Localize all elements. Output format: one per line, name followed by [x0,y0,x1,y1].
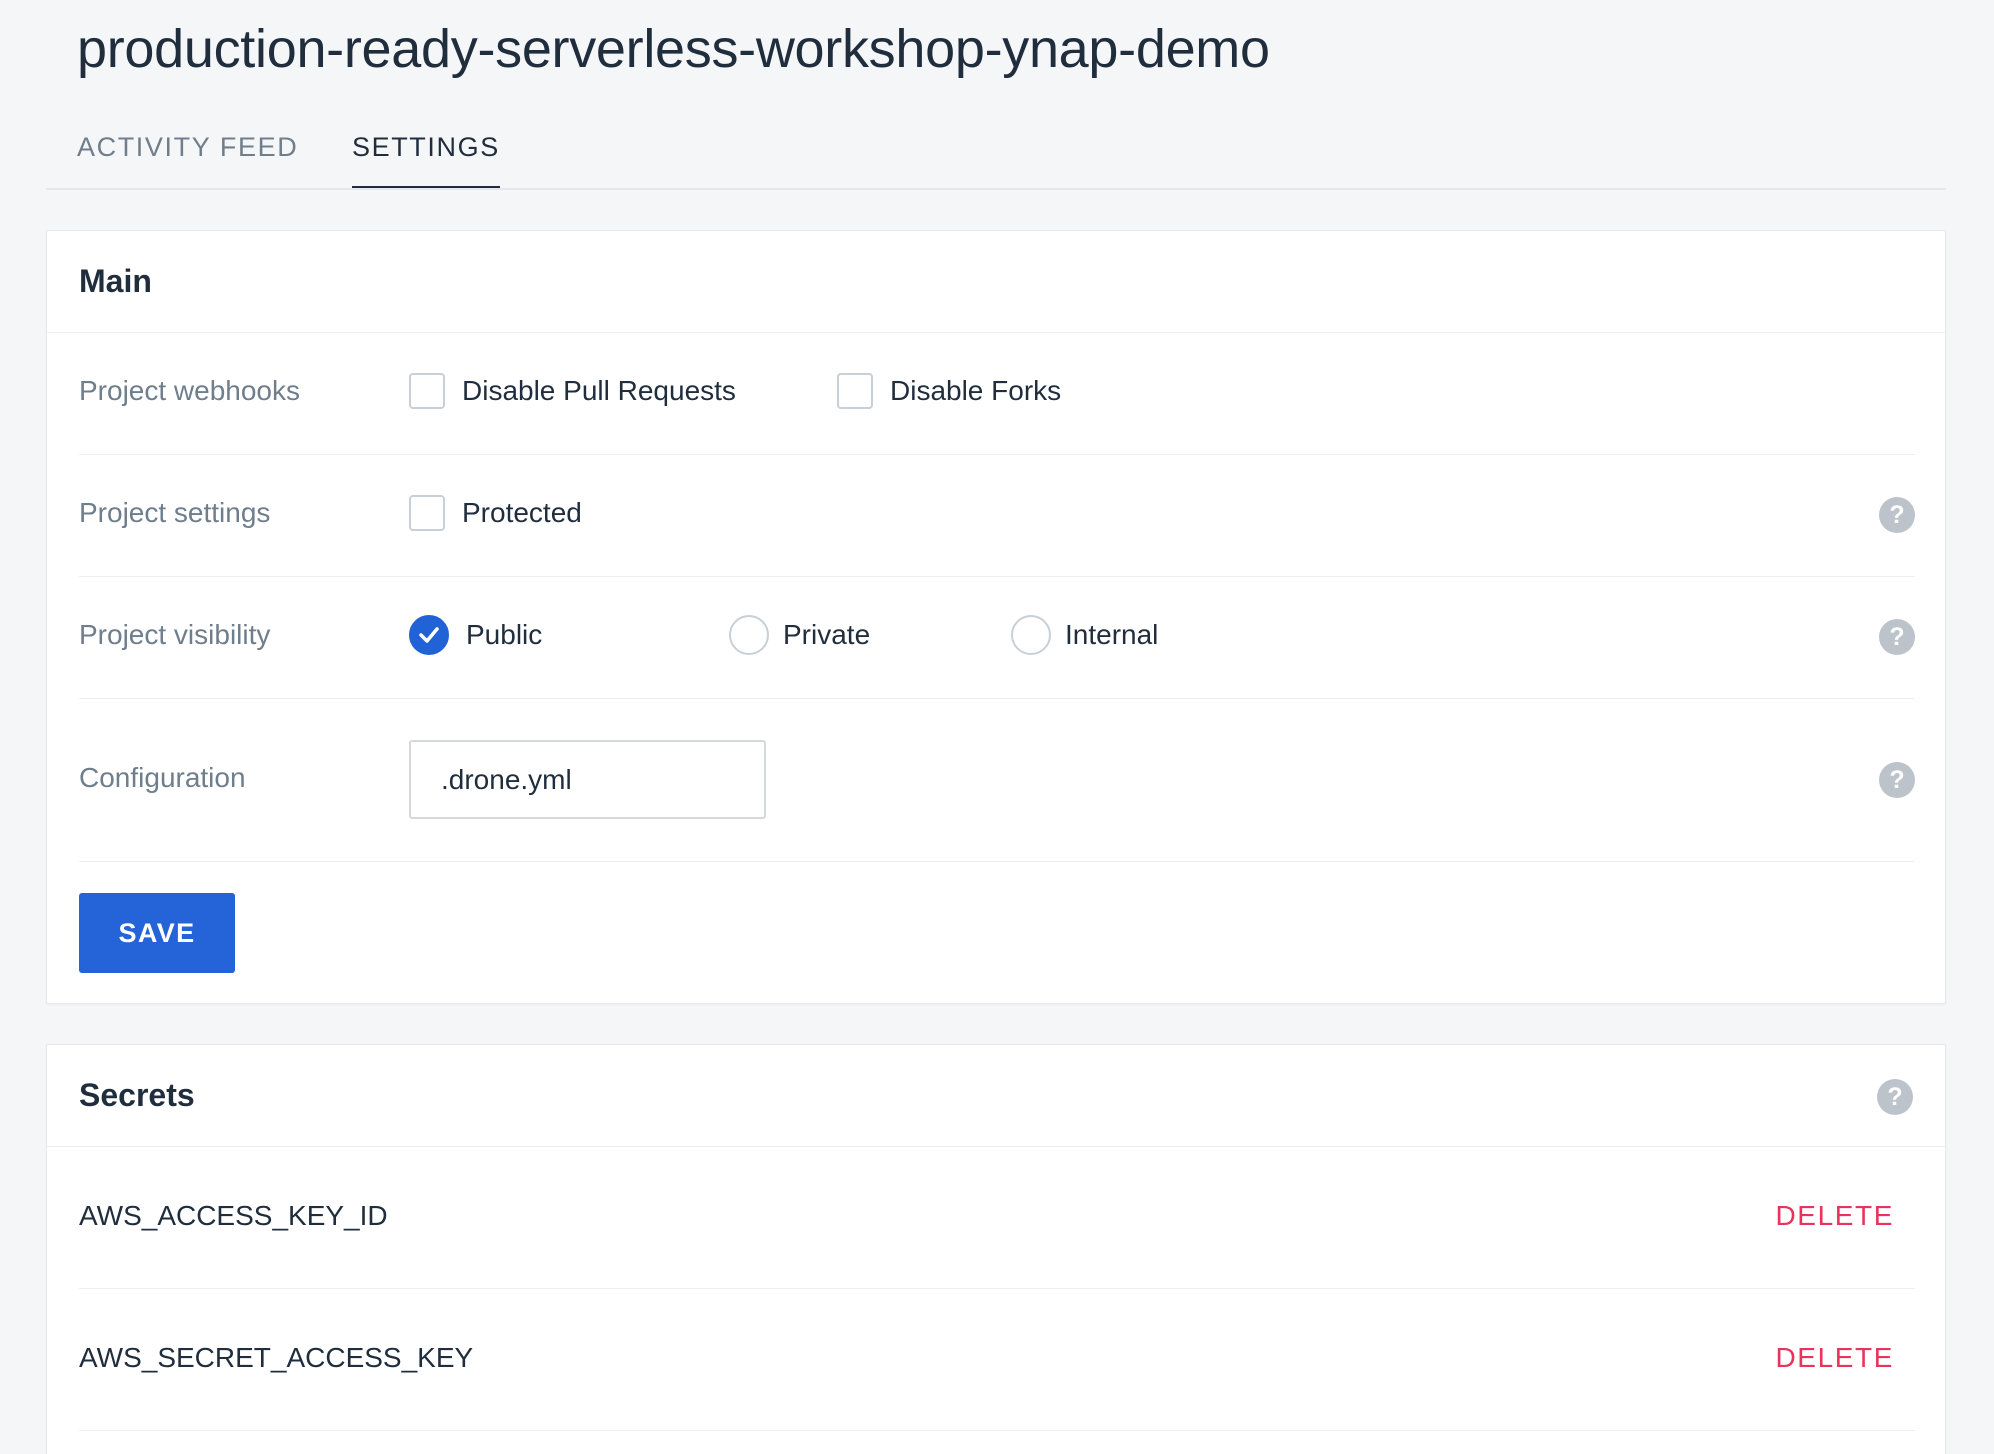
save-button[interactable]: SAVE [79,893,235,973]
checkmark-icon [419,627,439,643]
page-title: production-ready-serverless-workshop-yna… [77,19,1270,79]
secrets-card-header: Secrets ? [47,1045,1945,1147]
secret-row: AWS_SECRET_ACCESS_KEY DELETE [79,1289,1915,1431]
radio-circle[interactable] [729,615,769,655]
delete-secret-button[interactable]: DELETE [1775,1200,1894,1232]
project-settings-row: Project settings Protected ? [79,455,1915,577]
checkbox-box[interactable] [409,373,445,409]
main-card-header: Main [47,231,1945,333]
visibility-internal-label: Internal [1065,619,1159,650]
radio-circle[interactable] [1011,615,1051,655]
tab-activity-feed[interactable]: ACTIVITY FEED [77,132,298,186]
question-circle-icon[interactable]: ? [1879,497,1915,533]
secret-row: AWS_ACCESS_KEY_ID DELETE [79,1147,1915,1289]
visibility-private-radio[interactable]: Private [729,615,870,655]
settings-page: production-ready-serverless-workshop-yna… [0,0,1994,1454]
disable-forks-label: Disable Forks [890,375,1062,406]
tab-settings[interactable]: SETTINGS [352,132,500,188]
disable-forks-checkbox[interactable]: Disable Forks [837,373,1061,409]
project-visibility-row: Project visibility Public Private Intern… [79,577,1915,699]
checkbox-box[interactable] [409,495,445,531]
radio-circle[interactable] [409,615,449,655]
visibility-private-label: Private [783,619,871,650]
secret-name: AWS_ACCESS_KEY_ID [79,1200,388,1231]
disable-pull-requests-checkbox[interactable]: Disable Pull Requests [409,373,736,409]
protected-checkbox[interactable]: Protected [409,495,582,531]
checkbox-box[interactable] [837,373,873,409]
visibility-public-label: Public [466,619,543,650]
configuration-label: Configuration [79,762,246,793]
webhooks-label: Project webhooks [79,375,301,406]
project-settings-label: Project settings [79,497,271,528]
secrets-card-title: Secrets [79,1077,195,1113]
delete-secret-button[interactable]: DELETE [1775,1342,1894,1374]
question-circle-icon[interactable]: ? [1877,1079,1913,1115]
configuration-row: Configuration ? [79,699,1915,862]
secret-name: AWS_SECRET_ACCESS_KEY [79,1342,474,1373]
main-card-title: Main [79,263,152,299]
disable-pull-requests-label: Disable Pull Requests [462,375,736,406]
question-circle-icon[interactable]: ? [1879,762,1915,798]
question-circle-icon[interactable]: ? [1879,619,1915,655]
project-visibility-label: Project visibility [79,619,271,650]
main-settings-card: Main Project webhooks Disable Pull Reque… [46,230,1946,1004]
visibility-internal-radio[interactable]: Internal [1011,615,1158,655]
configuration-input[interactable] [409,740,766,819]
secrets-card: Secrets ? AWS_ACCESS_KEY_ID DELETE AWS_S… [46,1044,1946,1454]
tab-bar: ACTIVITY FEED SETTINGS [46,122,1946,190]
visibility-public-radio[interactable]: Public [409,615,542,655]
webhooks-row: Project webhooks Disable Pull Requests D… [79,333,1915,455]
protected-label: Protected [462,497,582,528]
